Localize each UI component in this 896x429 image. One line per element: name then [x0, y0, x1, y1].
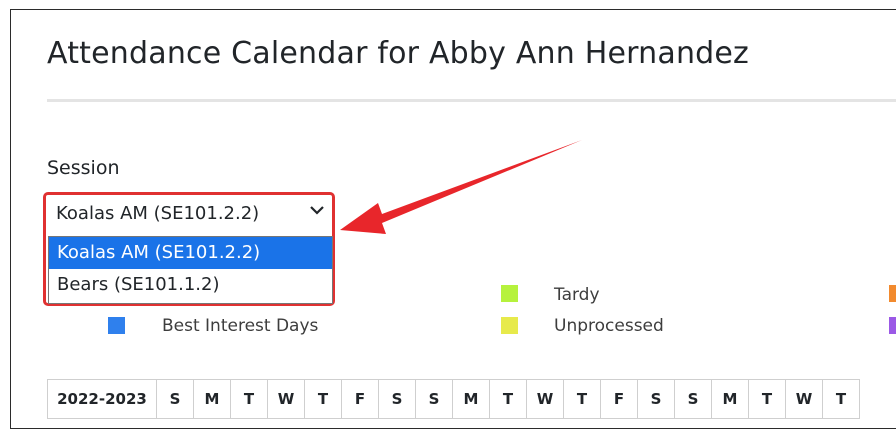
legend-swatch-best-interest — [108, 317, 125, 334]
day-header: M — [711, 379, 749, 419]
session-option-koalas[interactable]: Koalas AM (SE101.2.2) — [49, 237, 332, 269]
session-select-value: Koalas AM (SE101.2.2) — [56, 203, 260, 224]
calendar-year-header: 2022-2023 — [47, 379, 157, 419]
session-dropdown-list: Koalas AM (SE101.2.2) Bears (SE101.1.2) — [48, 236, 333, 304]
day-header: M — [452, 379, 490, 419]
chevron-down-icon — [309, 202, 325, 223]
page-title: Attendance Calendar for Abby Ann Hernand… — [47, 36, 750, 71]
day-header: T — [563, 379, 601, 419]
day-header: S — [415, 379, 453, 419]
day-header: S — [156, 379, 194, 419]
annotation-arrow-icon — [340, 140, 582, 234]
session-option-bears[interactable]: Bears (SE101.1.2) — [49, 269, 332, 301]
day-header: F — [341, 379, 379, 419]
day-header: T — [304, 379, 342, 419]
session-label: Session — [47, 157, 120, 179]
day-header: S — [378, 379, 416, 419]
day-header: S — [674, 379, 712, 419]
day-header: W — [526, 379, 564, 419]
day-header: F — [600, 379, 638, 419]
day-header: M — [193, 379, 231, 419]
calendar-table: 2022-2023 S M T W T F S S M T W T F S S … — [47, 379, 860, 419]
legend-swatch-purple — [889, 317, 896, 334]
legend-label-tardy: Tardy — [554, 285, 600, 305]
legend-swatch-tardy — [501, 285, 518, 302]
session-select[interactable]: Koalas AM (SE101.2.2) — [48, 197, 331, 233]
day-header: T — [748, 379, 786, 419]
legend-label-best-interest: Best Interest Days — [162, 316, 319, 336]
legend-swatch-orange — [889, 285, 896, 302]
legend-label-unprocessed: Unprocessed — [554, 316, 664, 336]
day-header: S — [637, 379, 675, 419]
day-header: T — [489, 379, 527, 419]
legend-swatch-unprocessed — [501, 317, 518, 334]
calendar-header-row: 2022-2023 S M T W T F S S M T W T F S S … — [47, 379, 860, 419]
day-header: W — [267, 379, 305, 419]
day-header: W — [785, 379, 823, 419]
day-header: T — [822, 379, 860, 419]
title-divider — [47, 99, 896, 102]
day-header: T — [230, 379, 268, 419]
